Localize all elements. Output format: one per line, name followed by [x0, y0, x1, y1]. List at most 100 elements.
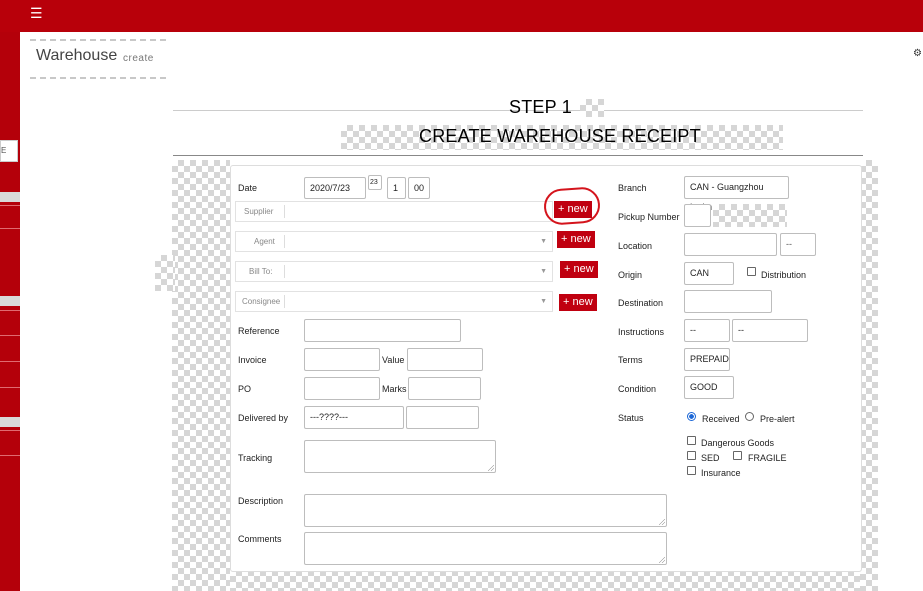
- received-radio[interactable]: [687, 412, 696, 421]
- heading-border: [30, 77, 166, 79]
- instructions-label: Instructions: [618, 327, 665, 337]
- delivered-by-input[interactable]: [406, 406, 479, 429]
- origin-label: Origin: [618, 270, 643, 280]
- comments-textarea[interactable]: [304, 532, 667, 565]
- select-divider: [284, 265, 285, 278]
- invoice-input[interactable]: [304, 348, 380, 371]
- transparent-patch: [713, 204, 787, 227]
- billto-select[interactable]: Bill To: ▼: [235, 261, 553, 282]
- tracking-textarea[interactable]: [304, 440, 496, 473]
- prealert-radio[interactable]: [745, 412, 754, 421]
- chevron-down-icon: ▼: [540, 238, 547, 245]
- top-bar: ☰: [0, 0, 923, 32]
- sed-checkbox[interactable]: [687, 451, 696, 460]
- description-textarea[interactable]: [304, 494, 667, 527]
- page-heading: Warehouse create: [30, 39, 166, 79]
- delivered-by-select[interactable]: ---????---: [304, 406, 404, 429]
- select-divider: [284, 295, 285, 308]
- sidebar-divider: [0, 417, 20, 427]
- instructions-select-2[interactable]: --: [732, 319, 808, 342]
- step-title: STEP 1: [509, 97, 572, 117]
- sidebar-item[interactable]: [0, 335, 20, 360]
- fragile-label: FRAGILE: [748, 453, 787, 463]
- sidebar-item[interactable]: [0, 430, 20, 456]
- distribution-label: Distribution: [761, 270, 807, 280]
- transparent-patch: [860, 160, 878, 591]
- dangerous-goods-checkbox[interactable]: [687, 436, 696, 445]
- sidebar-divider: [0, 296, 20, 306]
- new-agent-button[interactable]: + new: [557, 231, 595, 248]
- date-input[interactable]: 2020/7/23: [304, 177, 366, 199]
- settings-icon[interactable]: ⚙: [913, 48, 922, 59]
- marks-input[interactable]: [408, 377, 481, 400]
- terms-label: Terms: [618, 355, 643, 365]
- select-divider: [284, 235, 285, 248]
- form-header: STEP 1 CREATE WAREHOUSE RECEIPT: [173, 97, 863, 157]
- sidebar-item[interactable]: [0, 228, 20, 251]
- terms-select[interactable]: PREPAID: [684, 348, 730, 371]
- supplier-select[interactable]: Supplier: [235, 201, 553, 222]
- minute-input[interactable]: 00: [408, 177, 430, 199]
- location-select[interactable]: --: [780, 233, 816, 256]
- received-label: Received: [702, 414, 740, 424]
- delivered-by-label: Delivered by: [238, 413, 289, 423]
- annotation-circle: [542, 186, 602, 226]
- condition-select[interactable]: GOOD: [684, 376, 734, 399]
- value-label: Value: [382, 355, 405, 365]
- hamburger-icon[interactable]: ☰: [30, 5, 43, 22]
- insurance-label: Insurance: [701, 468, 741, 478]
- pickup-number-input[interactable]: [684, 204, 711, 227]
- sidebar-item[interactable]: [0, 310, 20, 335]
- page-subtitle: create: [123, 53, 154, 64]
- po-input[interactable]: [304, 377, 380, 400]
- description-label: Description: [238, 496, 284, 506]
- sidebar-divider: [0, 192, 20, 202]
- consignee-label: Consignee: [242, 297, 281, 306]
- branch-label: Branch: [618, 183, 647, 193]
- transparent-patch: [155, 255, 175, 291]
- invoice-label: Invoice: [238, 355, 267, 365]
- consignee-select[interactable]: Consignee ▼: [235, 291, 553, 312]
- distribution-checkbox[interactable]: [747, 267, 756, 276]
- instructions-select-1[interactable]: --: [684, 319, 730, 342]
- transparent-patch: [580, 99, 604, 117]
- sidebar-item[interactable]: [0, 205, 20, 228]
- reference-input[interactable]: [304, 319, 461, 342]
- fragile-checkbox[interactable]: [733, 451, 742, 460]
- sidebar-item[interactable]: [0, 387, 20, 412]
- sidebar-item[interactable]: [0, 361, 20, 386]
- po-label: PO: [238, 384, 252, 394]
- location-input[interactable]: [684, 233, 777, 256]
- tracking-label: Tracking: [238, 453, 273, 463]
- status-label: Status: [618, 413, 644, 423]
- chevron-down-icon: ▼: [540, 268, 547, 275]
- new-billto-button[interactable]: + new: [560, 261, 598, 278]
- agent-select[interactable]: Agent ▼: [235, 231, 553, 252]
- heading-border: [30, 39, 166, 41]
- chevron-down-icon: ▼: [540, 298, 547, 305]
- value-input[interactable]: [407, 348, 483, 371]
- hour-input[interactable]: 1: [387, 177, 406, 199]
- sidebar: E: [0, 32, 20, 591]
- condition-label: Condition: [618, 384, 657, 394]
- prealert-label: Pre-alert: [760, 414, 795, 424]
- reference-label: Reference: [238, 326, 280, 336]
- destination-label: Destination: [618, 298, 664, 308]
- sed-label: SED: [701, 453, 720, 463]
- date-label: Date: [238, 183, 258, 193]
- billto-label: Bill To:: [249, 267, 273, 276]
- origin-input[interactable]: CAN: [684, 262, 734, 285]
- transparent-patch: [230, 570, 860, 591]
- new-consignee-button[interactable]: + new: [559, 294, 597, 311]
- form-heading: CREATE WAREHOUSE RECEIPT: [419, 126, 701, 146]
- calendar-icon[interactable]: 23: [368, 175, 382, 190]
- select-divider: [284, 205, 285, 218]
- form-card: Date 2020/7/23 23 1 00 Supplier + new Ag…: [230, 165, 862, 572]
- sidebar-search-input[interactable]: E: [0, 140, 18, 162]
- comments-label: Comments: [238, 534, 282, 544]
- header-divider: [173, 155, 863, 156]
- destination-input[interactable]: [684, 290, 772, 313]
- insurance-checkbox[interactable]: [687, 466, 696, 475]
- supplier-label: Supplier: [244, 207, 274, 216]
- branch-select[interactable]: CAN - Guangzhou Latim: [684, 176, 789, 212]
